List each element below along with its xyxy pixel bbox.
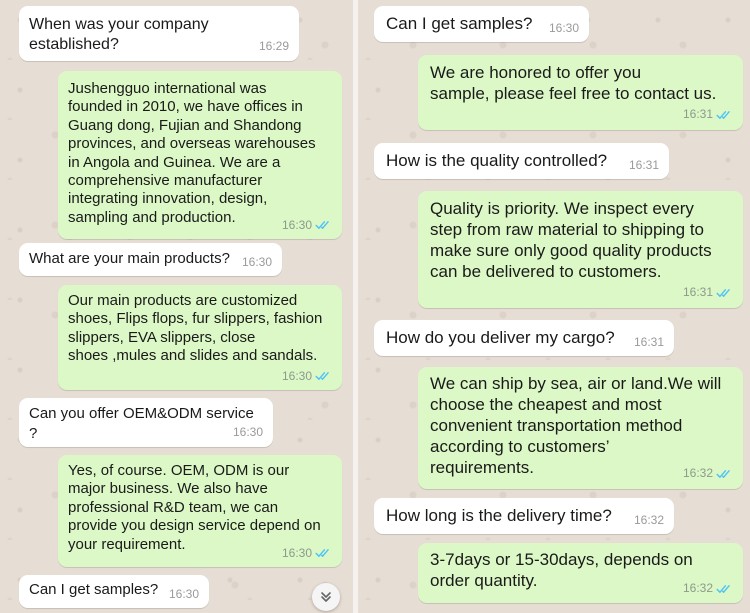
double-check-icon: [315, 220, 329, 229]
double-check-icon: [716, 584, 730, 593]
outgoing-message[interactable]: We can ship by sea, air or land.We will …: [418, 367, 743, 489]
double-check-icon: [716, 288, 730, 297]
message-time: 16:30: [168, 587, 199, 601]
message-text: Quality is priority. We inspect every st…: [430, 199, 712, 281]
outgoing-message[interactable]: 3-7days or 15-30days, depends on order q…: [418, 543, 743, 603]
message-meta: 16:31: [683, 282, 733, 303]
message-text: Our main products are customized shoes, …: [68, 292, 323, 365]
message-meta: 16:31: [629, 154, 659, 176]
message-time: 16:31: [628, 158, 659, 172]
message-meta: 16:30: [282, 367, 332, 385]
incoming-message[interactable]: How long is the delivery time? 16:32: [374, 498, 674, 534]
outgoing-message[interactable]: We are honored to offer you sample, plea…: [418, 55, 743, 130]
message-time: 16:30: [241, 255, 272, 269]
message-meta: 16:30: [549, 17, 579, 39]
message-time: 16:31: [682, 107, 713, 121]
left-chat-panel[interactable]: When was your company established? 16:29…: [0, 0, 353, 613]
message-time: 16:29: [258, 39, 289, 53]
message-time: 16:32: [633, 513, 664, 527]
outgoing-message[interactable]: Quality is priority. We inspect every st…: [418, 191, 743, 308]
message-time: 16:32: [682, 466, 713, 480]
message-time: 16:30: [232, 425, 263, 439]
incoming-message[interactable]: When was your company established? 16:29: [19, 6, 299, 61]
double-check-icon: [315, 371, 329, 380]
message-meta: 16:29: [259, 36, 289, 56]
double-check-icon: [716, 469, 730, 478]
message-meta: 16:32: [683, 578, 733, 599]
incoming-message[interactable]: How is the quality controlled? 16:31: [374, 143, 669, 179]
message-text: We are honored to offer you sample, plea…: [430, 63, 717, 103]
message-meta: 16:30: [282, 544, 332, 562]
message-time: 16:31: [682, 285, 713, 299]
incoming-message[interactable]: Can I get samples? 16:30: [19, 575, 209, 608]
outgoing-message[interactable]: Our main products are customized shoes, …: [58, 285, 342, 390]
double-check-icon: [716, 110, 730, 119]
scroll-to-bottom-button[interactable]: [312, 583, 340, 611]
incoming-message[interactable]: Can I get samples? 16:30: [374, 6, 589, 42]
incoming-message[interactable]: Can you offer OEM&ODM service ? 16:30: [19, 398, 273, 447]
message-time: 16:30: [548, 21, 579, 35]
outgoing-message[interactable]: Yes, of course. OEM, ODM is our major bu…: [58, 455, 342, 567]
message-text: How long is the delivery time?: [386, 506, 612, 525]
message-time: 16:30: [281, 368, 312, 383]
message-meta: 16:32: [683, 463, 733, 484]
incoming-message[interactable]: How do you deliver my cargo? 16:31: [374, 320, 674, 356]
double-check-icon: [315, 548, 329, 557]
incoming-message[interactable]: What are your main products? 16:30: [19, 243, 282, 276]
message-meta: 16:30: [233, 422, 263, 442]
double-chevron-down-icon: [321, 592, 331, 602]
outgoing-message[interactable]: Jushengguo international was founded in …: [58, 71, 342, 239]
right-chat-panel[interactable]: Can I get samples? 16:30 We are honored …: [358, 0, 750, 613]
message-time: 16:30: [281, 545, 312, 560]
message-text: How do you deliver my cargo?: [386, 328, 615, 347]
message-meta: 16:30: [242, 252, 272, 272]
message-text: Jushengguo international was founded in …: [68, 80, 316, 226]
message-meta: 16:30: [282, 216, 332, 234]
message-text: When was your company established?: [29, 16, 209, 53]
message-text: What are your main products?: [29, 250, 230, 267]
message-time: 16:30: [281, 217, 312, 232]
message-meta: 16:31: [683, 104, 733, 125]
message-time: 16:31: [633, 335, 664, 349]
message-time: 16:32: [682, 581, 713, 595]
message-meta: 16:31: [634, 331, 664, 353]
message-text: Yes, of course. OEM, ODM is our major bu…: [68, 462, 321, 553]
message-text: How is the quality controlled?: [386, 151, 608, 170]
message-meta: 16:32: [634, 509, 664, 531]
message-text: Can you offer OEM&ODM service ?: [29, 405, 254, 442]
message-meta: 16:30: [169, 584, 199, 604]
